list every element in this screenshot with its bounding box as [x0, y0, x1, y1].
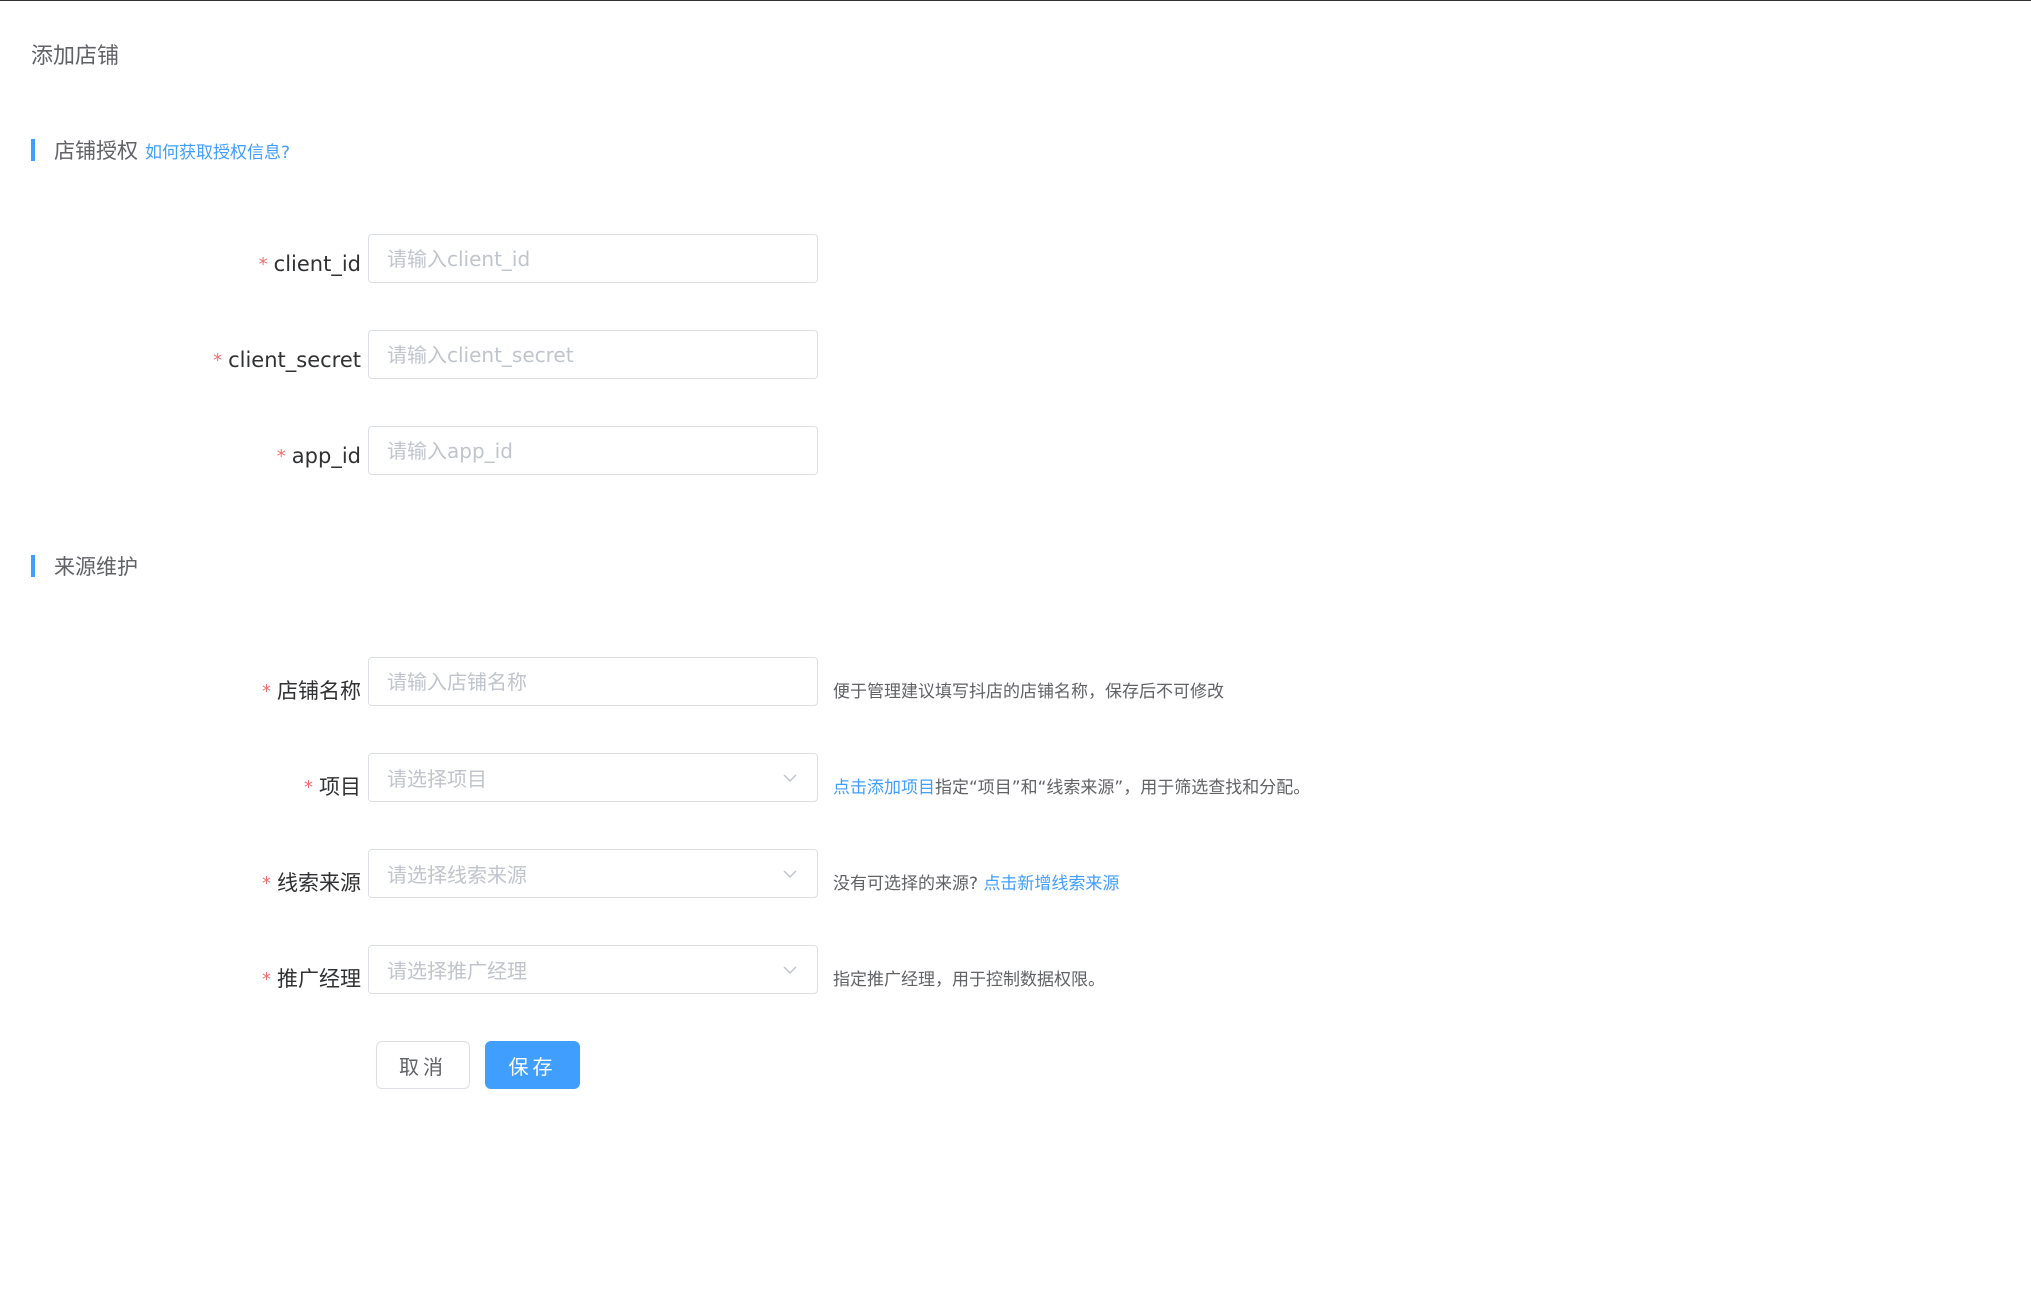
top-border — [0, 0, 2031, 1]
shop-name-input[interactable] — [368, 657, 818, 706]
source-section-title: 来源维护 — [54, 555, 138, 579]
chevron-down-icon — [783, 965, 797, 974]
client-secret-label: * client_secret — [213, 348, 361, 372]
add-project-link[interactable]: 点击添加项目 — [833, 778, 935, 798]
promo-manager-label: * 推广经理 — [262, 967, 361, 991]
project-hint: 点击添加项目指定“项目”和“线索来源”，用于筛选查找和分配。 — [833, 773, 1310, 798]
promo-manager-select-placeholder: 请选择推广经理 — [387, 959, 527, 983]
required-mark: * — [262, 873, 271, 894]
required-mark: * — [213, 350, 223, 371]
required-mark: * — [258, 254, 268, 275]
section-accent-bar — [31, 139, 35, 161]
cancel-button[interactable]: 取消 — [376, 1041, 470, 1089]
app-id-label: * app_id — [276, 444, 361, 468]
page-title: 添加店铺 — [31, 44, 120, 69]
lead-source-hint-text: 没有可选择的来源? — [833, 874, 984, 894]
lead-source-select-placeholder: 请选择线索来源 — [387, 863, 527, 887]
app-id-input[interactable] — [368, 426, 818, 475]
project-select-placeholder: 请选择项目 — [387, 767, 487, 791]
save-button[interactable]: 保存 — [485, 1041, 580, 1089]
source-section-header: 来源维护 — [31, 553, 138, 579]
promo-manager-hint: 指定推广经理，用于控制数据权限。 — [833, 970, 1105, 990]
lead-source-select[interactable]: 请选择线索来源 — [368, 849, 818, 898]
project-hint-text: 指定“项目”和“线索来源”，用于筛选查找和分配。 — [935, 778, 1311, 798]
lead-source-hint: 没有可选择的来源? 点击新增线索来源 — [833, 869, 1119, 894]
shop-name-label: * 店铺名称 — [262, 679, 361, 703]
auth-help-link[interactable]: 如何获取授权信息? — [145, 138, 290, 163]
required-mark: * — [304, 777, 313, 798]
chevron-down-icon — [783, 869, 797, 878]
required-mark: * — [262, 681, 271, 702]
auth-section-header: 店铺授权 如何获取授权信息? — [31, 137, 290, 163]
auth-section-title: 店铺授权 — [54, 139, 138, 163]
chevron-down-icon — [783, 773, 797, 782]
client-id-label: * client_id — [258, 252, 361, 276]
project-label: * 项目 — [304, 775, 361, 799]
add-lead-source-link[interactable]: 点击新增线索来源 — [983, 874, 1119, 894]
shop-name-hint: 便于管理建议填写抖店的店铺名称，保存后不可修改 — [833, 682, 1224, 702]
section-accent-bar — [31, 555, 35, 577]
project-select[interactable]: 请选择项目 — [368, 753, 818, 802]
client-secret-input[interactable] — [368, 330, 818, 379]
required-mark: * — [262, 969, 271, 990]
client-id-input[interactable] — [368, 234, 818, 283]
lead-source-label: * 线索来源 — [262, 871, 361, 895]
promo-manager-select[interactable]: 请选择推广经理 — [368, 945, 818, 994]
required-mark: * — [276, 446, 286, 467]
